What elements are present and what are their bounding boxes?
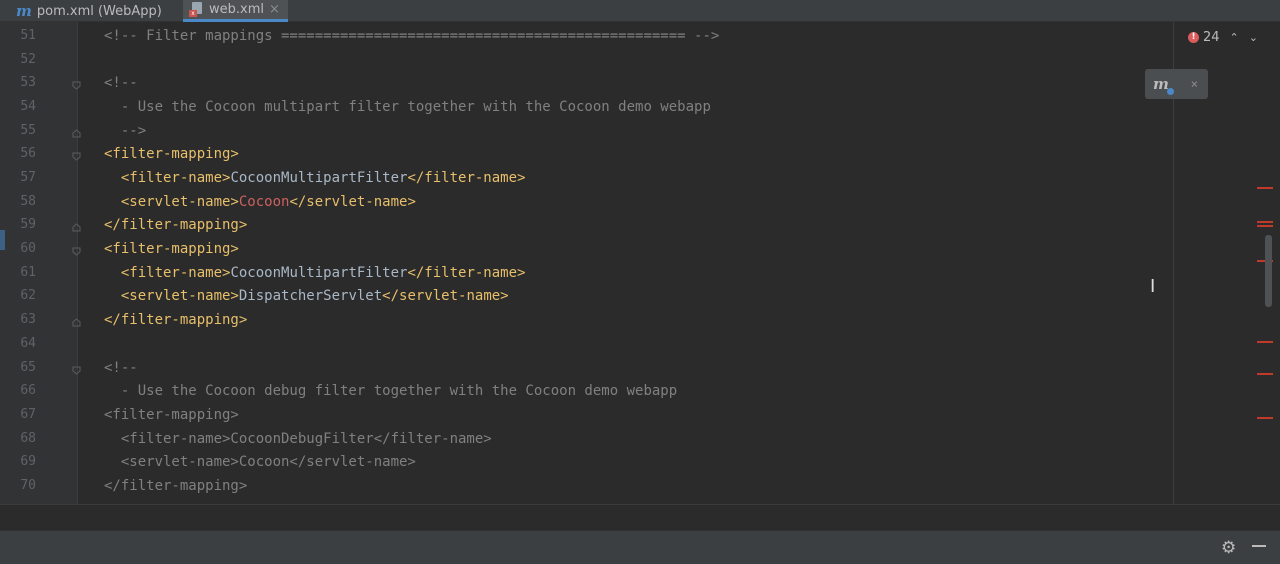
minimize-icon[interactable] [1252, 545, 1266, 547]
line-number: 59 [20, 217, 36, 233]
code-line[interactable]: <filter-name>CocoonMultipartFilter</filt… [104, 265, 526, 281]
code-line[interactable]: <filter-name>CocoonMultipartFilter</filt… [104, 170, 526, 186]
code-line[interactable]: <!-- [104, 75, 138, 91]
code-line[interactable]: - Use the Cocoon debug filter together w… [104, 383, 677, 399]
line-number: 70 [20, 477, 36, 493]
line-number: 69 [20, 454, 36, 470]
error-stripe-mark[interactable] [1257, 417, 1273, 419]
line-number: 53 [20, 75, 36, 91]
maven-icon: m [16, 2, 32, 20]
fold-marker-icon[interactable] [72, 366, 81, 375]
error-stripe-mark[interactable] [1257, 221, 1273, 223]
line-number: 56 [20, 146, 36, 162]
tab-web-xml[interactable]: x web.xml × [183, 0, 288, 22]
maven-reload-popup: m × [1145, 69, 1208, 99]
line-number: 58 [20, 193, 36, 209]
code-line[interactable]: <servlet-name>Cocoon</servlet-name> [104, 454, 416, 470]
error-icon: ! [1188, 32, 1199, 43]
error-count: 24 [1203, 30, 1220, 45]
close-icon[interactable]: × [1191, 77, 1198, 91]
code-line[interactable]: </filter-mapping> [104, 478, 247, 494]
error-stripe-mark[interactable] [1257, 187, 1273, 189]
gutter-divider [77, 22, 78, 504]
code-line[interactable]: <servlet-name>DispatcherServlet</servlet… [104, 288, 509, 304]
gear-icon[interactable]: ⚙ [1221, 538, 1236, 558]
next-error-icon[interactable]: ⌄ [1249, 31, 1258, 44]
fold-marker-icon[interactable] [72, 318, 81, 327]
line-number: 63 [20, 312, 36, 328]
inspection-widget[interactable]: ! 24 ⌃ ⌄ [1188, 30, 1258, 45]
code-line[interactable]: <filter-mapping> [104, 407, 239, 423]
line-number: 66 [20, 383, 36, 399]
line-number: 60 [20, 241, 36, 257]
error-stripe-mark[interactable] [1257, 225, 1273, 227]
fold-marker-icon[interactable] [72, 129, 81, 138]
fold-marker-icon[interactable] [72, 152, 81, 162]
line-number: 67 [20, 406, 36, 422]
xml-file-icon: x [189, 2, 204, 17]
code-line[interactable]: </filter-mapping> [104, 217, 247, 233]
close-tab-icon[interactable]: × [269, 2, 280, 17]
line-number: 68 [20, 430, 36, 446]
line-number: 57 [20, 170, 36, 186]
code-line[interactable]: <filter-mapping> [104, 241, 239, 257]
line-number: 51 [20, 28, 36, 43]
line-number: 65 [20, 359, 36, 375]
maven-reload-icon[interactable]: m [1153, 75, 1174, 95]
tool-window-bar [0, 530, 1280, 564]
line-number: 64 [20, 335, 36, 351]
code-line[interactable]: </filter-mapping> [104, 312, 247, 328]
code-line[interactable]: --> [104, 123, 146, 139]
tab-label: web.xml [209, 2, 264, 17]
fold-marker-icon[interactable] [72, 223, 81, 232]
line-number: 61 [20, 264, 36, 280]
code-line[interactable]: <filter-name>CocoonDebugFilter</filter-n… [104, 431, 492, 447]
horizontal-scroll-area[interactable] [0, 504, 1280, 530]
previous-error-icon[interactable]: ⌃ [1230, 31, 1239, 44]
code-line[interactable]: - Use the Cocoon multipart filter togeth… [104, 99, 711, 115]
line-number: 54 [20, 99, 36, 115]
code-line[interactable]: <filter-mapping> [104, 146, 239, 162]
line-number: 55 [20, 122, 36, 138]
line-number: 62 [20, 288, 36, 304]
line-number: 52 [20, 51, 36, 67]
fold-marker-icon[interactable] [72, 81, 81, 91]
code-line[interactable]: <!-- [104, 360, 138, 376]
editor-tab-bar: m pom.xml (WebApp) x web.xml × [0, 0, 1280, 22]
tab-label: pom.xml (WebApp) [36, 3, 162, 19]
fold-marker-icon[interactable] [72, 247, 81, 256]
tab-pom-xml[interactable]: m pom.xml (WebApp) [10, 0, 168, 22]
code-line[interactable]: <!-- Filter mappings ===================… [104, 28, 719, 44]
error-stripe-mark[interactable] [1257, 341, 1273, 343]
error-stripe-mark[interactable] [1257, 373, 1273, 375]
text-cursor-icon: I [1150, 276, 1156, 297]
code-line[interactable]: <servlet-name>Cocoon</servlet-name> [104, 194, 416, 210]
vertical-scrollbar-thumb[interactable] [1265, 235, 1272, 307]
